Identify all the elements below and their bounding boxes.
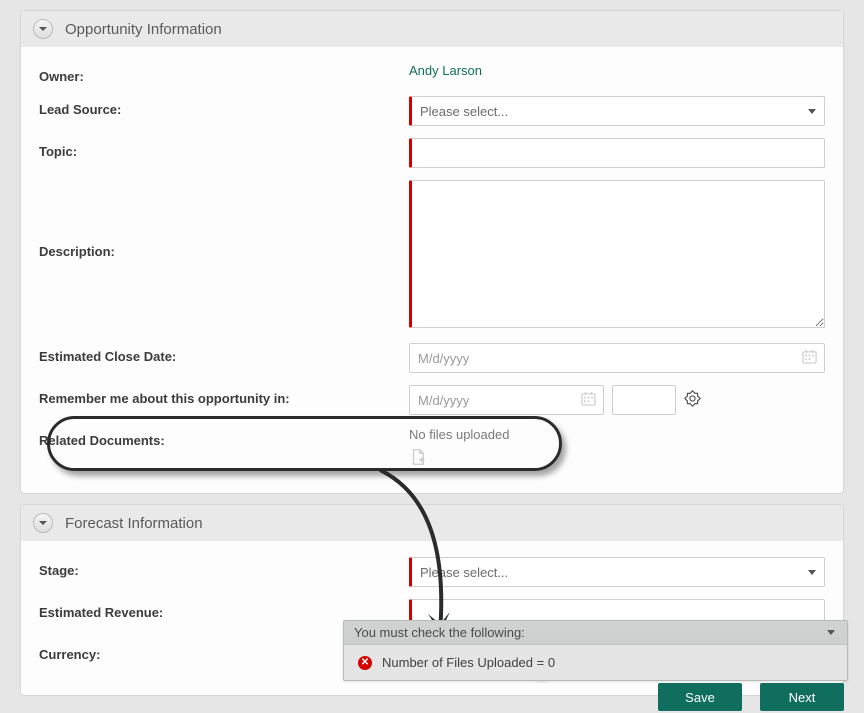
topic-label: Topic: xyxy=(39,138,409,159)
estimated-close-date-label: Estimated Close Date: xyxy=(39,343,409,364)
validation-message: Number of Files Uploaded = 0 xyxy=(382,655,555,670)
no-files-text: No files uploaded xyxy=(409,427,825,442)
error-icon: ✕ xyxy=(358,656,372,670)
estimated-close-date-input[interactable] xyxy=(409,343,825,373)
validation-panel: You must check the following: ✕ Number o… xyxy=(343,620,848,681)
related-documents-label: Related Documents: xyxy=(39,427,409,448)
stage-label: Stage: xyxy=(39,557,409,578)
description-textarea[interactable] xyxy=(409,180,825,328)
next-button[interactable]: Next xyxy=(760,683,844,711)
target-icon[interactable] xyxy=(684,390,701,410)
stage-select[interactable]: Please select... xyxy=(409,557,825,587)
lead-source-select[interactable]: Please select... xyxy=(409,96,825,126)
caret-down-icon xyxy=(808,570,816,575)
calendar-icon[interactable] xyxy=(581,391,596,409)
validation-header-text: You must check the following: xyxy=(354,625,525,640)
owner-label: Owner: xyxy=(39,63,409,84)
add-document-icon[interactable] xyxy=(409,454,427,469)
forecast-header: Forecast Information xyxy=(21,505,843,541)
calendar-icon[interactable] xyxy=(802,349,817,367)
topic-input[interactable] xyxy=(409,138,825,168)
opportunity-header: Opportunity Information xyxy=(21,11,843,47)
validation-header[interactable]: You must check the following: xyxy=(344,621,847,644)
save-button[interactable]: Save xyxy=(658,683,742,711)
description-label: Description: xyxy=(39,180,409,259)
owner-value-link[interactable]: Andy Larson xyxy=(409,63,482,78)
remember-label: Remember me about this opportunity in: xyxy=(39,385,409,406)
remember-date-input[interactable] xyxy=(409,385,604,415)
opportunity-title: Opportunity Information xyxy=(65,21,222,38)
remember-number-input[interactable] xyxy=(612,385,676,415)
collapse-forecast-button[interactable] xyxy=(33,513,53,533)
estimated-revenue-label: Estimated Revenue: xyxy=(39,599,409,620)
stage-placeholder: Please select... xyxy=(420,565,508,580)
forecast-title: Forecast Information xyxy=(65,515,203,532)
opportunity-card: Opportunity Information Owner: Andy Lars… xyxy=(20,10,844,494)
caret-down-icon xyxy=(808,109,816,114)
caret-down-icon xyxy=(827,630,835,635)
collapse-opportunity-button[interactable] xyxy=(33,19,53,39)
chevron-down-icon xyxy=(38,24,48,34)
lead-source-placeholder: Please select... xyxy=(420,104,508,119)
lead-source-label: Lead Source: xyxy=(39,96,409,117)
chevron-down-icon xyxy=(38,518,48,528)
